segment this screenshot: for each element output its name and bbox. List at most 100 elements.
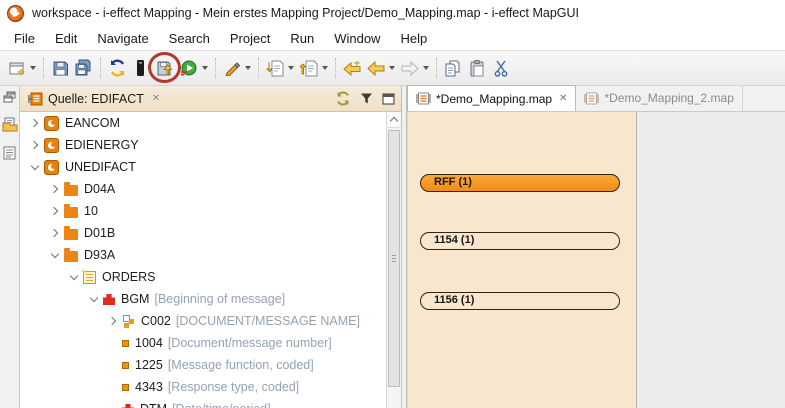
save-all-icon[interactable] (72, 55, 96, 81)
save-icon[interactable] (48, 55, 72, 81)
menu-file[interactable]: File (4, 29, 45, 48)
menu-search[interactable]: Search (159, 29, 220, 48)
source-view-tab[interactable]: Quelle: EDIFACT ✕ (28, 92, 160, 106)
source-view-header: Quelle: EDIFACT ✕ (20, 86, 401, 112)
tree-item-d93a[interactable]: D93A (20, 244, 401, 266)
tree-item-label: 4343 (135, 380, 163, 394)
tree-item-1004[interactable]: 1004 [Document/message number] (20, 332, 401, 354)
chevron-right-icon[interactable] (49, 185, 57, 193)
segment-icon (122, 404, 134, 408)
segment-icon (103, 294, 115, 305)
tab-demo-mapping-2[interactable]: *Demo_Mapping_2.map (576, 85, 742, 111)
tree-item-label: ORDERS (102, 270, 155, 284)
tree-item-10[interactable]: 10 (20, 200, 401, 222)
tab-label: *Demo_Mapping_2.map (604, 91, 733, 105)
edifact-tree: EANCOM EDIENERGY UNEDIFACT D04A (20, 112, 401, 408)
window-title: workspace - i-effect Mapping - Mein erst… (32, 6, 579, 20)
import-dropdown-icon[interactable] (288, 66, 294, 70)
filter-icon[interactable] (360, 92, 373, 105)
tree-item-d01b[interactable]: D01B (20, 222, 401, 244)
menu-bar: File Edit Navigate Search Project Run Wi… (0, 26, 785, 50)
chevron-right-icon[interactable] (49, 229, 57, 237)
node-rff[interactable]: RFF (1) (420, 174, 620, 192)
close-tab-icon[interactable]: ✕ (559, 93, 567, 104)
chevron-down-icon[interactable] (69, 271, 77, 279)
tree-item-1225[interactable]: 1225 [Message function, coded] (20, 354, 401, 376)
chevron-right-icon[interactable] (49, 207, 57, 215)
new-wizard-icon[interactable] (5, 55, 29, 81)
back-dropdown-icon[interactable] (389, 66, 395, 70)
chevron-down-icon[interactable] (50, 249, 58, 257)
menu-edit[interactable]: Edit (45, 29, 87, 48)
chevron-down-icon[interactable] (30, 161, 38, 169)
tree-item-label: 10 (84, 204, 98, 218)
tree-item-label: EDIENERGY (65, 138, 139, 152)
maximize-icon[interactable] (382, 93, 395, 105)
last-edit-location-icon[interactable] (340, 55, 364, 81)
chevron-right-icon[interactable] (107, 317, 115, 325)
tree-scrollbar[interactable] (386, 112, 401, 408)
app-logo-icon (7, 5, 24, 22)
toolbar-separator (258, 58, 259, 78)
paste-icon[interactable] (465, 55, 489, 81)
scroll-up-icon[interactable] (387, 112, 401, 128)
run-icon[interactable] (177, 55, 201, 81)
outline-icon[interactable] (3, 146, 16, 165)
tree-item-label: DTM (140, 402, 167, 408)
terminal-icon[interactable] (129, 55, 153, 81)
menu-navigate[interactable]: Navigate (87, 29, 158, 48)
tree-item-bgm[interactable]: BGM [Beginning of message] (20, 288, 401, 310)
tree-item-d04a[interactable]: D04A (20, 178, 401, 200)
menu-run[interactable]: Run (280, 29, 324, 48)
folder-icon (64, 229, 78, 240)
clipboard-folder-icon[interactable] (2, 117, 18, 137)
tree-item-label: D04A (84, 182, 115, 196)
back-icon[interactable] (364, 55, 388, 81)
forward-dropdown-icon[interactable] (423, 66, 429, 70)
menu-project[interactable]: Project (220, 29, 280, 48)
message-icon (83, 271, 96, 284)
node-1154[interactable]: 1154 (1) (420, 232, 620, 250)
toolbar-separator (436, 58, 437, 78)
chevron-right-icon[interactable] (29, 119, 37, 127)
tree-item-c002[interactable]: C002 [DOCUMENT/MESSAGE NAME] (20, 310, 401, 332)
view-toolbar (335, 91, 395, 106)
menu-window[interactable]: Window (324, 29, 390, 48)
mapping-canvas: RFF (1) Reference 1154 (1) Seg: SG1-RFF … (407, 112, 785, 408)
main-toolbar (0, 50, 785, 86)
tree-item-label: C002 (141, 314, 171, 328)
tree-item-edienergy[interactable]: EDIENERGY (20, 134, 401, 156)
run-dropdown-icon[interactable] (202, 66, 208, 70)
folder-icon (64, 185, 78, 196)
close-view-icon[interactable]: ✕ (152, 93, 160, 104)
tree-item-label: UNEDIFACT (65, 160, 136, 174)
tree-item-unedifact[interactable]: UNEDIFACT (20, 156, 401, 178)
node-1156[interactable]: 1156 (1) (420, 292, 620, 310)
save-upload-icon[interactable] (153, 55, 177, 81)
tree-item-orders[interactable]: ORDERS (20, 266, 401, 288)
cut-icon[interactable] (489, 55, 513, 81)
copy-icon[interactable] (441, 55, 465, 81)
chevron-right-icon[interactable] (29, 141, 37, 149)
title-bar: workspace - i-effect Mapping - Mein erst… (0, 0, 785, 26)
tree-item-dtm-partial[interactable]: DTM [Date/time/period] (20, 398, 401, 408)
menu-help[interactable]: Help (390, 29, 437, 48)
convert-icon[interactable] (105, 55, 129, 81)
tree-item-desc: [Response type, coded] (168, 380, 299, 394)
forward-icon[interactable] (398, 55, 422, 81)
export-doc-icon[interactable] (297, 55, 321, 81)
chevron-down-icon[interactable] (89, 293, 97, 301)
link-with-editor-icon[interactable] (335, 91, 351, 106)
new-dropdown-icon[interactable] (30, 66, 36, 70)
restore-panes-icon[interactable] (3, 90, 16, 108)
tree-item-4343[interactable]: 4343 [Response type, coded] (20, 376, 401, 398)
export-dropdown-icon[interactable] (322, 66, 328, 70)
marker-dropdown-icon[interactable] (245, 66, 251, 70)
tree-item-label: BGM (121, 292, 149, 306)
import-doc-icon[interactable] (263, 55, 287, 81)
tree-item-eancom[interactable]: EANCOM (20, 112, 401, 134)
toolbar-separator (215, 58, 216, 78)
marker-pen-icon[interactable] (220, 55, 244, 81)
tab-demo-mapping[interactable]: *Demo_Mapping.map ✕ (407, 85, 576, 111)
scrollbar-thumb[interactable] (388, 130, 400, 387)
